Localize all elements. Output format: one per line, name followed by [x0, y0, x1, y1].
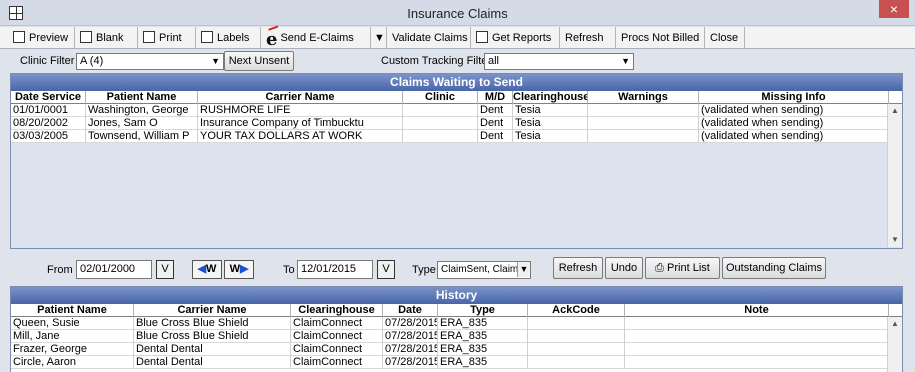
- filter-bar: Clinic Filter A (4) ▼ Next Unsent Custom …: [0, 50, 915, 72]
- claims-scrollbar[interactable]: ▲ ▼: [887, 104, 902, 247]
- printer-icon: [143, 31, 155, 43]
- arrow-right-icon: ▶: [239, 263, 249, 275]
- get-reports-button[interactable]: Get Reports: [471, 27, 560, 49]
- col-warnings[interactable]: Warnings: [588, 91, 699, 104]
- report-icon: [476, 31, 488, 43]
- claims-panel-title: Claims Waiting to Send: [11, 74, 902, 91]
- table-row[interactable]: Frazer, George Dental Dental ClaimConnec…: [11, 343, 902, 356]
- col-date-service[interactable]: Date Service: [11, 91, 86, 104]
- printer-icon: ⎙: [655, 262, 668, 274]
- claims-waiting-panel: Claims Waiting to Send Date Service Pati…: [10, 73, 903, 249]
- scroll-up-icon[interactable]: ▲: [888, 104, 902, 118]
- col-carrier-name[interactable]: Carrier Name: [134, 304, 291, 317]
- procs-not-billed-button[interactable]: Procs Not Billed: [616, 27, 705, 49]
- table-row[interactable]: Queen, Susie Blue Cross Blue Shield Clai…: [11, 317, 902, 330]
- claims-grid-header: Date Service Patient Name Carrier Name C…: [11, 91, 902, 104]
- chevron-down-icon: ▼: [517, 262, 530, 277]
- history-grid-header: Patient Name Carrier Name Clearinghouse …: [11, 304, 902, 317]
- scroll-up-icon[interactable]: ▲: [888, 317, 902, 331]
- chevron-down-icon: ▼: [211, 56, 220, 66]
- week-back-button[interactable]: ◀W: [192, 260, 222, 279]
- col-note[interactable]: Note: [625, 304, 889, 317]
- eclaims-e-icon: e: [266, 29, 278, 50]
- labels-button[interactable]: Labels: [196, 27, 261, 49]
- history-panel-title: History: [11, 287, 902, 304]
- table-row[interactable]: 08/20/2002 Jones, Sam O Insurance Compan…: [11, 117, 902, 130]
- col-clearinghouse[interactable]: Clearinghouse: [291, 304, 383, 317]
- history-refresh-button[interactable]: Refresh: [553, 257, 603, 279]
- col-patient-name[interactable]: Patient Name: [11, 304, 134, 317]
- table-row[interactable]: Circle, Aaron Dental Dental ClaimConnect…: [11, 356, 902, 369]
- clinic-filter-select[interactable]: A (4) ▼: [76, 53, 224, 70]
- label-icon: [201, 31, 213, 43]
- table-row[interactable]: 03/03/2005 Townsend, William P YOUR TAX …: [11, 130, 902, 143]
- from-date-picker-button[interactable]: V: [156, 260, 174, 279]
- from-date-input[interactable]: 02/01/2000: [76, 260, 152, 279]
- history-scrollbar[interactable]: ▲: [887, 317, 902, 372]
- history-panel: History Patient Name Carrier Name Cleari…: [10, 286, 903, 372]
- from-label: From: [47, 264, 73, 276]
- print-list-button[interactable]: ⎙ Print List: [645, 257, 720, 279]
- preview-button[interactable]: Preview: [8, 27, 75, 49]
- send-eclaims-dropdown[interactable]: ▼: [371, 27, 387, 49]
- col-date[interactable]: Date: [383, 304, 438, 317]
- claims-grid-body: 01/01/0001 Washington, George RUSHMORE L…: [11, 104, 902, 247]
- tracking-filter-select[interactable]: all ▼: [484, 53, 634, 70]
- chevron-down-icon: ▼: [621, 56, 630, 66]
- history-filter-bar: From 02/01/2000 V ◀W W▶ To 12/01/2015 V …: [0, 255, 915, 285]
- validate-claims-button[interactable]: Validate Claims: [387, 27, 471, 49]
- to-label: To: [283, 264, 295, 276]
- week-forward-button[interactable]: W▶: [224, 260, 254, 279]
- arrow-left-icon: ◀: [197, 263, 207, 275]
- toolbar: Preview Blank Print Labels e Send E-Claim…: [0, 27, 915, 50]
- col-type[interactable]: Type: [438, 304, 528, 317]
- scroll-down-icon[interactable]: ▼: [888, 233, 902, 247]
- blank-page-icon: [80, 31, 92, 43]
- tracking-filter-label: Custom Tracking Filter: [381, 55, 492, 67]
- dropdown-arrow-icon: ▼: [374, 32, 385, 44]
- blank-button[interactable]: Blank: [75, 27, 138, 49]
- col-ackcode[interactable]: AckCode: [528, 304, 625, 317]
- send-eclaims-button[interactable]: e Send E-Claims: [261, 27, 371, 50]
- col-missing-info[interactable]: Missing Info: [699, 91, 889, 104]
- type-label: Type: [412, 264, 436, 276]
- table-row[interactable]: 01/01/0001 Washington, George RUSHMORE L…: [11, 104, 902, 117]
- outstanding-claims-button[interactable]: Outstanding Claims: [722, 257, 826, 279]
- col-md[interactable]: M/D: [478, 91, 513, 104]
- type-select[interactable]: ClaimSent, Claim ▼: [437, 261, 531, 279]
- col-clearinghouse[interactable]: Clearinghouse: [513, 91, 588, 104]
- next-unsent-button[interactable]: Next Unsent: [224, 51, 294, 71]
- magnifier-icon: [13, 31, 25, 43]
- undo-button[interactable]: Undo: [605, 257, 643, 279]
- window-close-button[interactable]: ×: [879, 0, 909, 18]
- title-bar: Insurance Claims ×: [0, 0, 915, 26]
- to-date-input[interactable]: 12/01/2015: [297, 260, 373, 279]
- col-clinic[interactable]: Clinic: [403, 91, 478, 104]
- history-grid-body: Queen, Susie Blue Cross Blue Shield Clai…: [11, 317, 902, 372]
- window-title: Insurance Claims: [407, 6, 508, 21]
- clinic-filter-label: Clinic Filter: [20, 55, 75, 67]
- table-row[interactable]: Mill, Jane Blue Cross Blue Shield ClaimC…: [11, 330, 902, 343]
- col-patient-name[interactable]: Patient Name: [86, 91, 198, 104]
- col-carrier-name[interactable]: Carrier Name: [198, 91, 403, 104]
- to-date-picker-button[interactable]: V: [377, 260, 395, 279]
- close-button[interactable]: Close: [705, 27, 745, 49]
- refresh-button[interactable]: Refresh: [560, 27, 616, 49]
- print-button[interactable]: Print: [138, 27, 196, 49]
